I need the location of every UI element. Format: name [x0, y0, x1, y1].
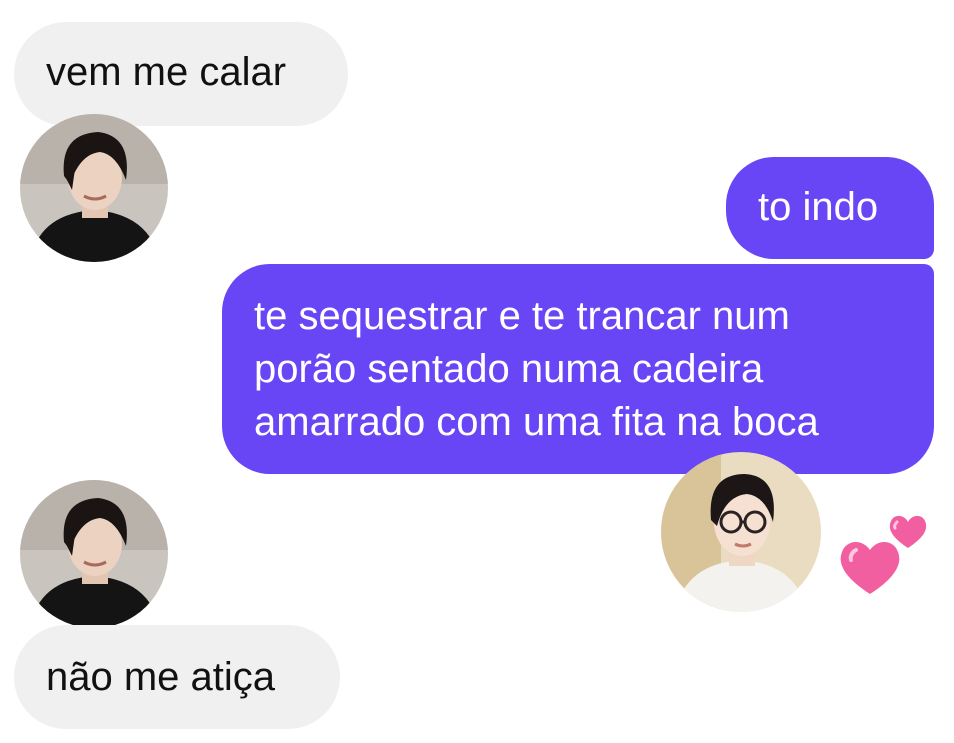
contact-avatar[interactable]: [20, 480, 168, 628]
message-text-line: porão sentado numa cadeira: [254, 347, 764, 391]
outgoing-message-bubble[interactable]: to indo: [726, 157, 934, 259]
my-avatar[interactable]: [661, 452, 821, 612]
incoming-message-bubble[interactable]: não me atiça: [14, 625, 340, 729]
message-text: não me atiça: [46, 655, 276, 699]
message-text: vem me calar: [46, 50, 287, 94]
contact-photo: [20, 480, 168, 628]
message-text-line: te sequestrar e te trancar num: [254, 294, 790, 338]
contact-avatar[interactable]: [20, 114, 168, 262]
outgoing-message-bubble[interactable]: te sequestrar e te trancar num porão sen…: [222, 264, 934, 474]
incoming-message-bubble[interactable]: vem me calar: [14, 22, 348, 126]
contact-photo: [20, 114, 168, 262]
message-text: to indo: [758, 185, 879, 229]
my-photo: [661, 452, 821, 612]
message-text-line: amarrado com uma fita na boca: [254, 400, 819, 444]
two-hearts-icon: [836, 506, 932, 602]
